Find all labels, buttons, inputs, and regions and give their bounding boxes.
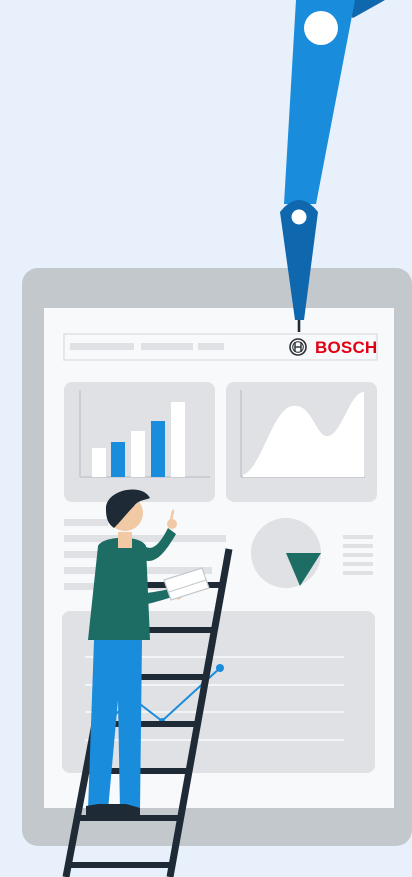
bar-chart-card	[64, 382, 215, 502]
bar-2	[111, 442, 125, 477]
person-neck	[118, 532, 132, 548]
screen-header-bar: BOSCH	[63, 333, 378, 361]
line-chart-point-3	[216, 664, 224, 672]
bar-4	[151, 421, 165, 477]
bosch-illustration-scene: BOSCH	[0, 0, 412, 877]
brand-wordmark: BOSCH	[315, 338, 377, 357]
pie-legend-line-5	[343, 571, 373, 575]
bosch-logo-icon	[289, 338, 307, 356]
pie-legend-line-2	[343, 544, 373, 548]
area-chart-card	[226, 382, 377, 502]
robot-arm-lower-joint	[291, 209, 307, 225]
pie-legend-line-4	[343, 562, 373, 566]
bar-1	[92, 448, 106, 477]
bar-5	[171, 402, 185, 477]
pie-legend-line-1	[343, 535, 373, 539]
header-placeholder-2	[141, 343, 193, 350]
bar-3	[131, 431, 145, 477]
pie-legend-line-3	[343, 553, 373, 557]
header-placeholder-1	[70, 343, 134, 350]
illustration-canvas: BOSCH	[0, 0, 412, 877]
text-line-2	[64, 535, 226, 542]
header-placeholder-3	[198, 343, 224, 350]
text-line-1	[64, 519, 108, 526]
robot-arm-upper-joint	[304, 11, 338, 45]
